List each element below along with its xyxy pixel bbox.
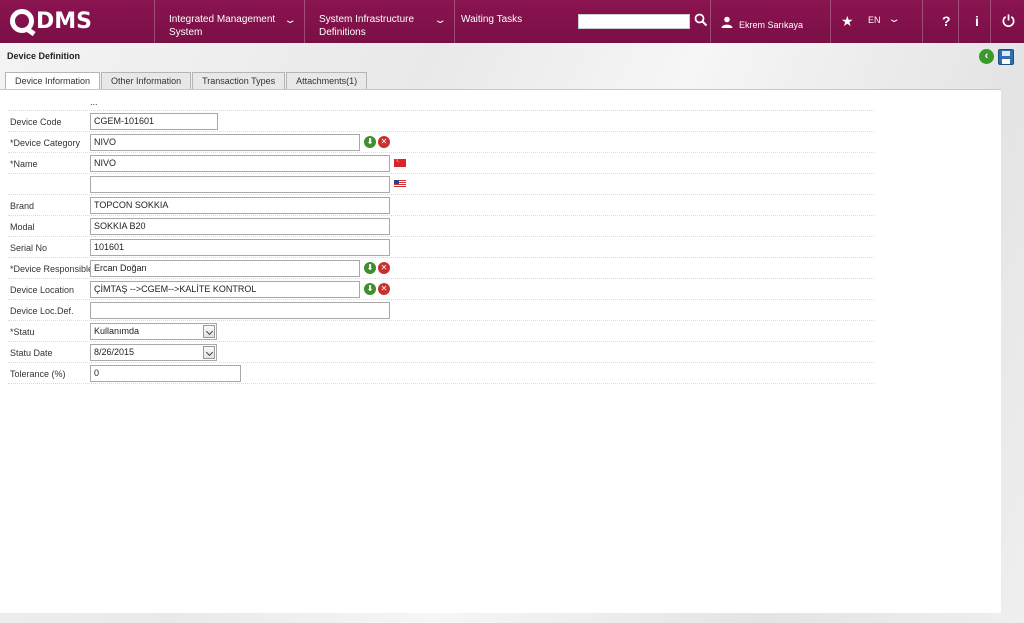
tab-other-information[interactable]: Other Information [101,72,192,90]
user-icon [721,16,733,28]
top-bar: DMS Integrated Management System ⌄ Syste… [0,0,1024,43]
form-row-device-loc-def: Device Loc.Def. [8,300,874,321]
back-icon[interactable]: ‹ [979,49,994,64]
serial-no-label: Serial No [10,243,48,253]
clear-icon[interactable]: ✕ [378,283,390,295]
nav-label: Waiting Tasks [461,14,523,25]
dms-logo[interactable]: DMS [10,7,150,35]
tolerance-input[interactable]: 0 [90,365,241,382]
save-icon[interactable] [998,49,1014,65]
nav-label-line2: Definitions [319,27,366,38]
device-form: ... Device Code CGEM-101601 *Device Cate… [8,97,874,384]
dropdown-arrow-icon[interactable] [203,346,215,359]
modal-label: Modal [10,222,35,232]
device-responsible-label: *Device Responsible [10,264,94,274]
name-label: *Name [10,159,38,169]
name-input-en[interactable] [90,176,390,193]
tab-attachments[interactable]: Attachments(1) [286,72,368,90]
statu-date-picker[interactable]: 8/26/2015 [90,344,217,361]
device-category-input[interactable]: NIVO [90,134,360,151]
form-row-statu-date: Statu Date 8/26/2015 [8,342,874,363]
form-row-serial-no: Serial No 101601 [8,237,874,258]
device-responsible-input[interactable]: Ercan Doğan [90,260,360,277]
device-category-label: *Device Category [10,138,81,148]
info-icon[interactable]: i [975,13,979,29]
nav-integrated-management[interactable]: Integrated Management System ⌄ [154,0,304,43]
power-icon[interactable] [1001,13,1016,28]
search-icon[interactable] [694,13,708,27]
dropdown-arrow-icon[interactable] [203,325,215,338]
content-panel: ... Device Code CGEM-101601 *Device Cate… [0,89,1001,613]
select-down-icon[interactable]: ⬇ [364,136,376,148]
chevron-down-icon: ⌄ [433,15,447,26]
nav-label-line1: Integrated Management [169,14,276,25]
tab-transaction-types[interactable]: Transaction Types [192,72,286,90]
form-row-device-responsible: *Device Responsible Ercan Doğan ⬇ ✕ [8,258,874,279]
us-flag-icon [394,180,406,188]
ellipsis-text: ... [90,97,98,107]
statu-select[interactable]: Kullanımda [90,323,217,340]
form-row-device-category: *Device Category NIVO ⬇ ✕ [8,132,874,153]
user-name: Ekrem Sarıkaya [739,19,804,30]
form-row-brand: Brand TOPCON SOKKIA [8,195,874,216]
statu-date-value: 8/26/2015 [94,347,135,357]
search-input[interactable] [578,14,690,29]
statu-date-label: Statu Date [10,348,53,358]
nav-system-infrastructure[interactable]: System Infrastructure Definitions ⌄ [304,0,454,43]
logo-q-icon [10,9,34,33]
nav-waiting-tasks[interactable]: Waiting Tasks [454,0,574,43]
form-row-modal: Modal SOKKIA B20 [8,216,874,237]
modal-input[interactable]: SOKKIA B20 [90,218,390,235]
form-row-name-en [8,174,874,195]
separator [990,0,991,43]
form-row: ... [8,97,874,111]
form-row-statu: *Statu Kullanımda [8,321,874,342]
language-selector[interactable]: EN [868,15,881,25]
help-icon[interactable]: ? [942,13,951,29]
separator [922,0,923,43]
separator [830,0,831,43]
form-row-device-code: Device Code CGEM-101601 [8,111,874,132]
form-row-device-location: Device Location ÇİMTAŞ -->CGEM-->KALİTE … [8,279,874,300]
statu-label: *Statu [10,327,35,337]
separator [958,0,959,43]
device-code-label: Device Code [10,117,62,127]
statu-selected-value: Kullanımda [94,326,140,336]
turkish-flag-icon [394,157,406,167]
tab-bar: Device Information Other Information Tra… [5,72,368,91]
form-row-tolerance: Tolerance (%) 0 [8,363,874,384]
select-down-icon[interactable]: ⬇ [364,262,376,274]
user-menu[interactable]: Ekrem Sarıkaya [710,0,830,43]
logo-text: DMS [36,8,92,34]
chevron-down-icon[interactable]: ⌄ [887,14,900,25]
device-location-label: Device Location [10,285,75,295]
device-code-input[interactable]: CGEM-101601 [90,113,218,130]
device-location-input[interactable]: ÇİMTAŞ -->CGEM-->KALİTE KONTROL [90,281,360,298]
brand-label: Brand [10,201,35,211]
serial-no-input[interactable]: 101601 [90,239,390,256]
clear-icon[interactable]: ✕ [378,136,390,148]
device-loc-def-input[interactable] [90,302,390,319]
nav-label-line1: System Infrastructure [319,14,415,25]
brand-input[interactable]: TOPCON SOKKIA [90,197,390,214]
device-loc-def-label: Device Loc.Def. [10,306,74,316]
clear-icon[interactable]: ✕ [378,262,390,274]
form-row-name: *Name NIVO [8,153,874,174]
page-title: Device Definition [7,51,81,61]
tolerance-label: Tolerance (%) [10,369,66,379]
chevron-down-icon: ⌄ [283,15,297,26]
star-icon[interactable]: ★ [841,13,854,30]
nav-label-line2: System [169,27,203,38]
name-input-tr[interactable]: NIVO [90,155,390,172]
select-down-icon[interactable]: ⬇ [364,283,376,295]
